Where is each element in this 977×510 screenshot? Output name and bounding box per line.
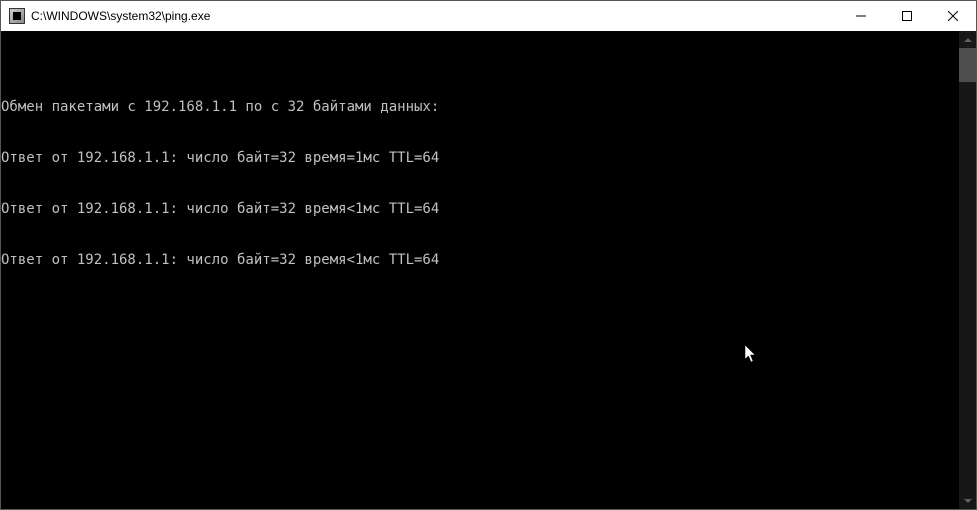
maximize-icon [902, 11, 912, 21]
close-icon [948, 11, 958, 21]
console-window: C:\WINDOWS\system32\ping.exe [0, 0, 977, 510]
app-icon [9, 8, 25, 24]
close-button[interactable] [930, 1, 976, 31]
console-output[interactable]: Обмен пакетами с 192.168.1.1 по с 32 бай… [1, 31, 959, 509]
scroll-thumb[interactable] [959, 48, 976, 82]
scroll-down-button[interactable] [959, 492, 976, 509]
console-line: Ответ от 192.168.1.1: число байт=32 врем… [1, 252, 959, 269]
minimize-icon [856, 11, 866, 21]
console-line: Ответ от 192.168.1.1: число байт=32 врем… [1, 201, 959, 218]
console-wrapper: Обмен пакетами с 192.168.1.1 по с 32 бай… [1, 31, 976, 509]
window-controls [838, 1, 976, 31]
maximize-button[interactable] [884, 1, 930, 31]
console-line: Ответ от 192.168.1.1: число байт=32 врем… [1, 150, 959, 167]
minimize-button[interactable] [838, 1, 884, 31]
console-line: Обмен пакетами с 192.168.1.1 по с 32 бай… [1, 99, 959, 116]
scroll-up-button[interactable] [959, 31, 976, 48]
titlebar[interactable]: C:\WINDOWS\system32\ping.exe [1, 1, 976, 31]
window-title: C:\WINDOWS\system32\ping.exe [31, 9, 838, 23]
vertical-scrollbar[interactable] [959, 31, 976, 509]
